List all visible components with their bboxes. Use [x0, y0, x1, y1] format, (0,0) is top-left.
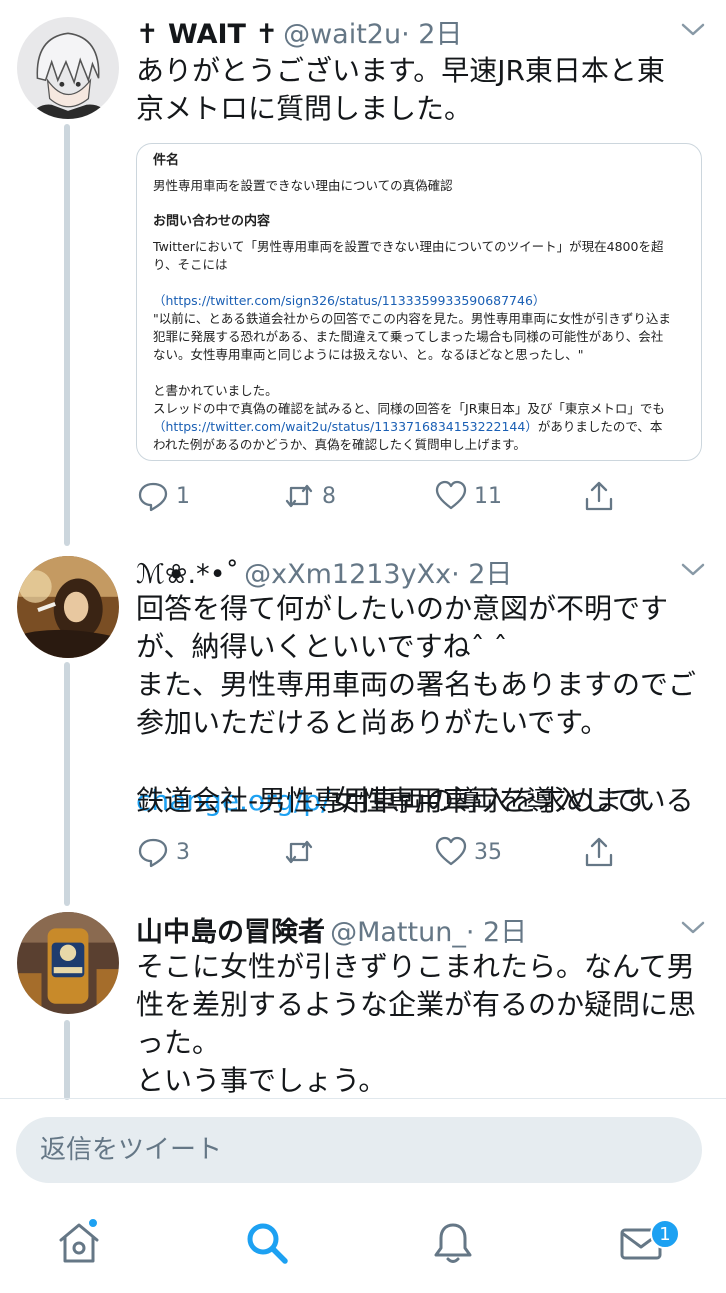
handle[interactable]: @xXm1213yXx: [244, 559, 451, 590]
card-content-label: お問い合わせの内容: [153, 214, 271, 229]
reply-icon: [138, 838, 168, 868]
timestamp[interactable]: · 2日: [451, 559, 512, 590]
tab-bar: [0, 1198, 726, 1293]
handle[interactable]: @Mattun_: [330, 917, 466, 948]
bell-icon: [434, 1223, 472, 1263]
chevron-down-icon[interactable]: [680, 22, 706, 38]
retweet-button[interactable]: 8: [282, 476, 336, 516]
tweet-actions: 3 35: [136, 832, 636, 872]
reply-bar: [0, 1098, 726, 1198]
tweet-header: ℳ❀.*•˚ @xXm1213yXx· 2日: [136, 552, 686, 592]
search-icon: [247, 1223, 288, 1264]
tweet-text: そこに女性が引きずりこまれたら。なんて男 性を差別するような企業が有るのか疑問に…: [136, 950, 697, 1097]
tab-search[interactable]: [242, 1218, 292, 1268]
share-button[interactable]: [582, 476, 616, 516]
tweet-actions: 1 8 11: [136, 476, 636, 516]
heart-icon: [435, 480, 467, 510]
avatar[interactable]: [17, 912, 119, 1014]
card-link: （https://twitter.com/wait2u/status/11337…: [153, 419, 538, 434]
like-button[interactable]: 11: [434, 476, 502, 516]
card-line: ない。女性専用車両と同じようには扱えない、と。なるほどなと思ったし、": [153, 347, 584, 362]
reply-count: 3: [176, 839, 190, 865]
chevron-down-icon[interactable]: [680, 562, 706, 578]
card-line: （https://twitter.com/wait2u/status/11337…: [153, 418, 701, 436]
avatar[interactable]: [17, 556, 119, 658]
tweet-text-tail: 鉄道会社-男性専用車両の導入を求めます: [136, 784, 651, 817]
like-count: 11: [474, 483, 502, 509]
card-line: 犯罪に発展する恐れがある、また間違えて乗ってしまった場合も同様の可能性があり、会…: [153, 329, 664, 344]
retweet-icon: [285, 484, 313, 508]
card-line: り、そこには: [153, 257, 228, 272]
display-name[interactable]: 山中島の冒険者: [136, 917, 325, 948]
retweet-button[interactable]: [282, 832, 322, 872]
card-subject-label: 件名: [153, 153, 180, 168]
avatar[interactable]: [17, 17, 119, 119]
card-subject: 男性専用車両を設置できない理由についての真偽確認: [153, 178, 453, 193]
tab-notifications[interactable]: [428, 1218, 478, 1268]
reply-icon: [138, 482, 168, 512]
like-count: 35: [474, 839, 502, 865]
reply-button[interactable]: 3: [136, 832, 190, 872]
like-button[interactable]: 35: [434, 832, 502, 872]
tweet-header: 山中島の冒険者 @Mattun_· 2日: [136, 910, 686, 950]
card-line-rest: がありましたので、本: [537, 419, 663, 434]
tweet[interactable]: 山中島の冒険者 @Mattun_· 2日 そこに女性が引きずりこまれたら。なんて…: [0, 908, 726, 1098]
card-line: "以前に、とある鉄道会社からの回答でこの内容を見た。男性専用車両に女性が引きずり…: [153, 311, 671, 326]
retweet-count: 8: [322, 483, 336, 509]
display-name[interactable]: ℳ❀.*•˚: [136, 559, 239, 590]
card-link: （https://twitter.com/sign326/status/1133…: [153, 293, 546, 308]
reply-button[interactable]: 1: [136, 476, 190, 516]
timestamp[interactable]: · 2日: [466, 917, 527, 948]
messages-badge: 1: [650, 1219, 680, 1249]
card-line: スレッドの中で真偽の確認を試みると、同様の回答を「JR東日本」及び「東京メトロ」…: [153, 401, 665, 416]
card-line: われた例があるのかどうか、真偽を確認したく質問申し上げます。: [153, 437, 526, 452]
chevron-down-icon[interactable]: [680, 920, 706, 936]
share-icon: [585, 481, 613, 511]
home-unread-dot: [87, 1217, 99, 1229]
share-icon: [585, 837, 613, 867]
tweet[interactable]: ✝ WAIT ✝ @wait2u· 2日 ありがとうございます。早速JR東日本と…: [0, 0, 726, 548]
tweet[interactable]: ℳ❀.*•˚ @xXm1213yXx· 2日 回答を得て何がしたいのか意図が不明…: [0, 548, 726, 908]
retweet-icon: [285, 840, 313, 864]
card-line: と書かれていました。: [153, 383, 278, 398]
card-screenshot-text: 件名 男性専用車両を設置できない理由についての真偽確認 お問い合わせの内容 Tw…: [153, 152, 701, 454]
card-line: Twitterにおいて「男性専用車両を設置できない理由についてのツイート」が現在…: [153, 239, 664, 254]
reply-input[interactable]: [16, 1117, 702, 1183]
display-name[interactable]: ✝ WAIT ✝: [136, 19, 278, 50]
tweet-header: ✝ WAIT ✝ @wait2u· 2日: [136, 12, 686, 52]
timestamp[interactable]: · 2日: [401, 19, 462, 50]
handle[interactable]: @wait2u: [283, 19, 401, 50]
tweet-text: ありがとうございます。早速JR東日本と東 京メトロに質問しました。: [136, 54, 665, 125]
reply-count: 1: [176, 483, 190, 509]
image-card[interactable]: 件名 男性専用車両を設置できない理由についての真偽確認 お問い合わせの内容 Tw…: [136, 143, 702, 461]
share-button[interactable]: [582, 832, 616, 872]
tweet-text: 回答を得て何がしたいのか意図が不明です が、納得いくといいですねˆ ˆ また、男…: [136, 592, 697, 739]
heart-icon: [435, 836, 467, 866]
